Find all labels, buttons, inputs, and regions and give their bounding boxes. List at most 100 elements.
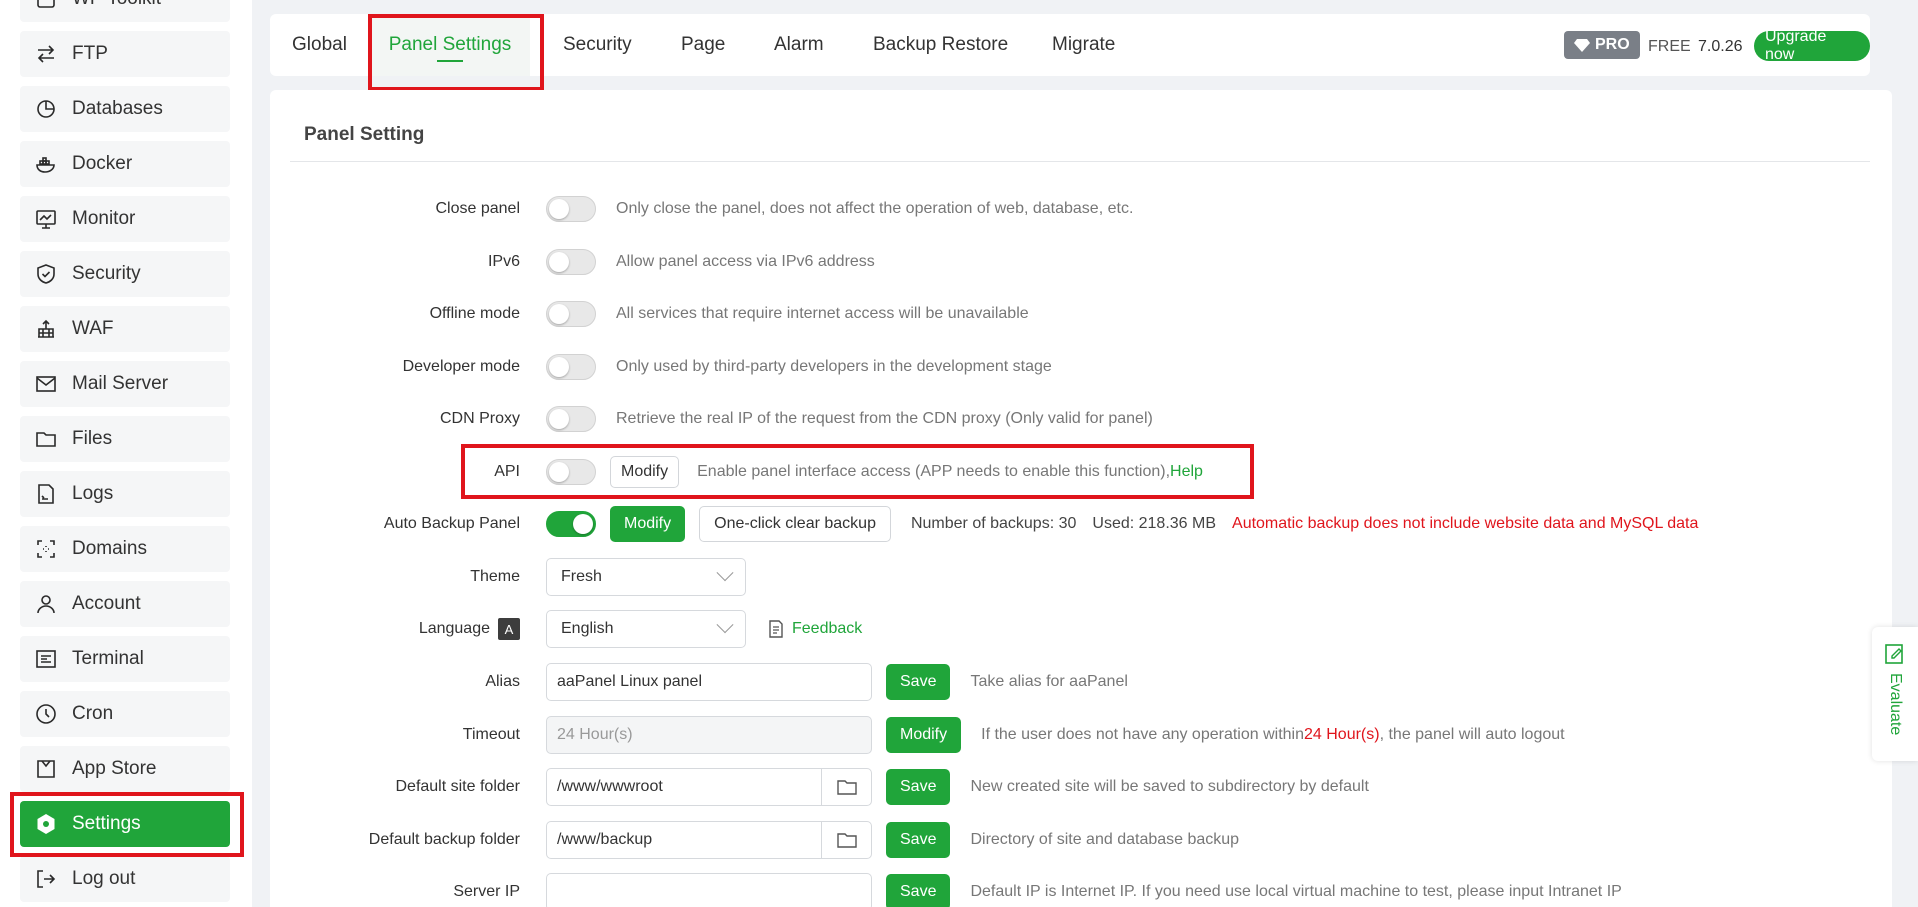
sidebar-item-settings[interactable]: Settings: [20, 801, 230, 847]
sidebar-item-logs[interactable]: Logs: [20, 471, 230, 517]
cdn-proxy-toggle[interactable]: [546, 406, 596, 432]
cdn-proxy-desc: Retrieve the real IP of the request from…: [616, 410, 1153, 427]
timeout-desc: If the user does not have any operation …: [981, 726, 1564, 744]
api-modify-button[interactable]: Modify: [610, 456, 680, 488]
offline-mode-toggle[interactable]: [546, 301, 596, 327]
feedback-link[interactable]: Feedback: [768, 620, 862, 638]
tab-panel-settings[interactable]: Panel Settings: [370, 14, 530, 76]
evaluate-button[interactable]: Evaluate: [1872, 627, 1918, 761]
server-ip-desc: Default IP is Internet IP. If you need u…: [970, 883, 1622, 900]
sidebar-item-app-store[interactable]: App Store: [20, 746, 230, 792]
docker-icon: [34, 152, 58, 176]
close-panel-toggle[interactable]: [546, 196, 596, 222]
sidebar-item-cron[interactable]: Cron: [20, 691, 230, 737]
backup-used-text: Used: 218.36 MB: [1092, 515, 1217, 532]
sidebar-item-label: Databases: [72, 98, 163, 119]
api-toggle[interactable]: [546, 459, 596, 485]
sidebar-item-docker[interactable]: Docker: [20, 141, 230, 187]
upgrade-button[interactable]: Upgrade now: [1754, 28, 1870, 63]
developer-mode-desc: Only used by third-party developers in t…: [616, 358, 1052, 375]
site-folder-input[interactable]: /www/wwwroot: [547, 769, 821, 805]
developer-mode-toggle[interactable]: [546, 354, 596, 380]
tab-backup-restore[interactable]: Backup Restore: [873, 14, 1008, 76]
pro-badge[interactable]: PRO: [1564, 31, 1640, 59]
developer-mode-label: Developer mode: [402, 358, 520, 375]
offline-mode-desc: All services that require internet acces…: [616, 305, 1029, 322]
tab-alarm[interactable]: Alarm: [774, 14, 824, 76]
folder-browse-button[interactable]: [821, 822, 871, 858]
backup-folder-input[interactable]: /www/backup: [547, 822, 821, 858]
close-panel-label: Close panel: [435, 200, 521, 217]
clock-icon: [34, 702, 58, 726]
ipv6-toggle[interactable]: [546, 249, 596, 275]
auto-backup-toggle[interactable]: [546, 511, 596, 537]
tab-security[interactable]: Security: [563, 14, 632, 76]
tab-global[interactable]: Global: [292, 14, 347, 76]
sidebar-item-label: Domains: [72, 538, 147, 559]
sidebar-item-terminal[interactable]: Terminal: [20, 636, 230, 682]
timeout-desc-pre: If the user does not have any operation …: [981, 726, 1304, 743]
tab-migrate[interactable]: Migrate: [1052, 14, 1115, 76]
sidebar-item-databases[interactable]: Databases: [20, 86, 230, 132]
alias-save-button[interactable]: Save: [886, 664, 951, 700]
site-folder-input-group: /www/wwwroot: [546, 768, 872, 806]
sidebar-item-domains[interactable]: Domains: [20, 526, 230, 572]
timeout-modify-button[interactable]: Modify: [886, 717, 962, 753]
waf-icon: [34, 317, 58, 341]
domains-icon: [34, 537, 58, 561]
api-desc-text: Enable panel interface access (APP needs…: [697, 463, 1171, 480]
free-label: FREE: [1648, 38, 1691, 55]
sidebar-item-monitor[interactable]: Monitor: [20, 196, 230, 242]
sidebar-item-log-out[interactable]: Log out: [20, 856, 230, 902]
monitor-icon: [34, 207, 58, 231]
sidebar-item-mail-server[interactable]: Mail Server: [20, 361, 230, 407]
sidebar-item-security[interactable]: Security: [20, 251, 230, 297]
clear-backup-button[interactable]: One-click clear backup: [699, 506, 891, 542]
theme-label: Theme: [470, 568, 520, 585]
sidebar-item-label: Security: [72, 263, 141, 284]
site-folder-label: Default site folder: [395, 778, 520, 795]
theme-select[interactable]: Fresh: [546, 558, 746, 596]
sidebar-item-label: Logs: [72, 483, 114, 504]
mail-icon: [34, 372, 58, 396]
auto-backup-modify-button[interactable]: Modify: [610, 506, 686, 542]
language-label: Language: [418, 620, 490, 637]
tab-active-underline: [437, 60, 463, 62]
backup-warning-text: Automatic backup does not include websit…: [1232, 515, 1699, 532]
backup-folder-save-button[interactable]: Save: [886, 822, 951, 858]
tab-page[interactable]: Page: [681, 14, 725, 76]
user-icon: [34, 592, 58, 616]
tab-label: Global: [292, 34, 347, 55]
sidebar-item-wp-toolkit[interactable]: WP Toolkit: [20, 0, 230, 22]
tab-bar: Global Panel Settings Security Page Alar…: [270, 14, 1870, 76]
sidebar-item-waf[interactable]: WAF: [20, 306, 230, 352]
sidebar-item-files[interactable]: Files: [20, 416, 230, 462]
server-ip-save-button[interactable]: Save: [886, 874, 951, 907]
sidebar-item-ftp[interactable]: FTP: [20, 31, 230, 77]
backup-folder-input-group: /www/backup: [546, 821, 872, 859]
server-ip-input[interactable]: [546, 873, 872, 907]
sidebar-item-label: Account: [72, 593, 141, 614]
tab-label: Panel Settings: [388, 34, 512, 55]
language-value: English: [561, 620, 614, 637]
alias-input[interactable]: aaPanel Linux panel: [546, 663, 872, 701]
edit-icon: [1885, 644, 1903, 664]
sidebar-item-label: WP Toolkit: [72, 0, 161, 10]
sidebar-item-label: Monitor: [72, 208, 136, 229]
diamond-icon: [1574, 39, 1590, 52]
folder-icon: [836, 780, 857, 795]
alias-desc: Take alias for aaPanel: [970, 673, 1128, 690]
tab-label: Backup Restore: [873, 34, 1009, 55]
timeout-input[interactable]: 24 Hour(s): [546, 716, 872, 754]
sidebar-item-account[interactable]: Account: [20, 581, 230, 627]
api-label: API: [494, 463, 520, 480]
folder-browse-button[interactable]: [821, 769, 871, 805]
api-help-link[interactable]: Help: [1170, 463, 1203, 480]
gear-icon: [34, 812, 58, 836]
site-folder-save-button[interactable]: Save: [886, 769, 951, 805]
sidebar-item-label: WAF: [72, 318, 114, 339]
timeout-desc-post: , the panel will auto logout: [1379, 726, 1565, 743]
language-select[interactable]: English: [546, 610, 746, 648]
chevron-down-icon: [716, 564, 734, 582]
sidebar-item-label: FTP: [72, 43, 108, 64]
